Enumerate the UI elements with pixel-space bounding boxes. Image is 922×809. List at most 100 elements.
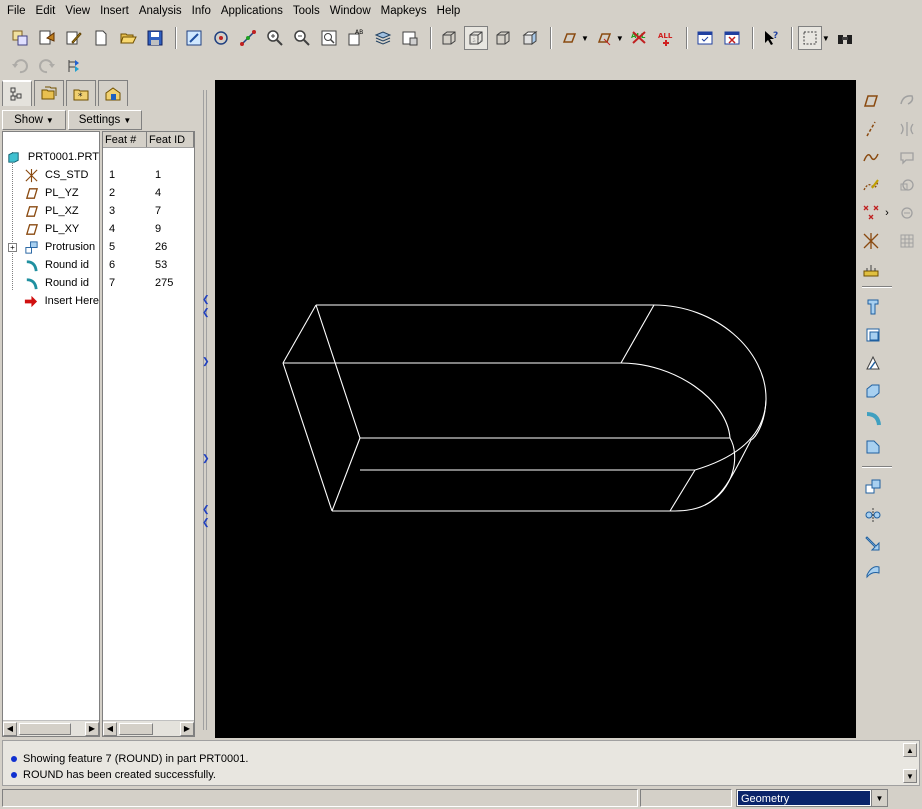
tree-item-part[interactable]: PRT0001.PRT [3,148,99,166]
collapse-left-icon[interactable]: ❮ [202,307,210,318]
column-header-feat-id[interactable]: Feat ID [147,132,194,147]
pattern-disabled-icon[interactable] [896,230,918,252]
tab-favorites[interactable]: * [66,80,96,106]
expand-toggle[interactable]: + [8,242,17,252]
wireframe-icon[interactable] [437,26,461,50]
show-dropdown-button[interactable]: Show ▼ [2,110,66,130]
open-model-icon[interactable] [35,26,59,50]
datum-axis-tool-icon[interactable] [860,118,882,140]
collapse-left-icon[interactable]: ❮ [202,517,210,528]
datum-curve-tool-icon[interactable] [860,146,882,168]
spin-center-icon[interactable] [209,26,233,50]
selection-box-icon[interactable] [797,26,822,50]
datum-point-tool-icon[interactable] [860,202,882,224]
menu-mapkeys[interactable]: Mapkeys [376,0,432,22]
menu-insert[interactable]: Insert [95,0,134,22]
settings-dropdown-button[interactable]: Settings ▼ [68,110,142,130]
mirror-feature-icon[interactable] [862,504,884,526]
scroll-up-icon[interactable]: ▲ [903,743,917,757]
view-manager-icon[interactable]: AB [344,26,368,50]
extrude-tool-icon[interactable] [862,296,884,318]
scroll-down-icon[interactable]: ▼ [903,769,917,783]
find-binoculars-icon[interactable] [833,26,857,50]
save-icon[interactable] [143,26,167,50]
new-window-icon[interactable] [8,26,32,50]
sketch-tool-icon[interactable] [860,174,882,196]
regenerate-icon[interactable]: ALL [627,26,651,50]
menu-view[interactable]: View [60,0,95,22]
chevron-down-icon[interactable]: ▼ [871,790,887,806]
window-close-icon[interactable] [720,26,744,50]
analysis-feature-icon[interactable] [860,258,882,280]
model-setup-icon[interactable] [398,26,422,50]
orient-mode-icon[interactable] [236,26,260,50]
new-file-icon[interactable] [89,26,113,50]
flyout-arrow-icon[interactable]: › [882,202,892,224]
tree-item-round-7[interactable]: Round id [3,274,99,292]
tree-item-pl-xy[interactable]: PL_XY [3,220,99,238]
datum-axis-display-icon[interactable] [592,26,616,50]
context-help-icon[interactable]: ? [759,26,783,50]
menu-help[interactable]: Help [432,0,466,22]
mirror-tool-icon[interactable] [896,118,918,140]
tree-item-insert-here[interactable]: Insert Here [3,292,99,310]
tab-connections[interactable] [98,80,128,106]
menu-tools[interactable]: Tools [288,0,325,22]
repaint-icon[interactable] [182,26,206,50]
collapse-left-icon[interactable]: ❮ [202,294,210,305]
expand-right-icon[interactable]: ❯ [202,356,210,367]
coordinate-system-tool-icon[interactable] [860,230,882,252]
redo-icon[interactable] [35,54,59,78]
tree-horizontal-scrollbar[interactable]: ◀ ▶ [3,720,99,736]
merge-disabled-icon[interactable] [896,202,918,224]
chamfer-tool-icon[interactable] [862,436,884,458]
columns-horizontal-scrollbar[interactable]: ◀ ▶ [103,720,194,736]
collapse-left-icon[interactable]: ❮ [202,504,210,515]
scroll-right-icon[interactable]: ▶ [85,721,99,736]
menu-window[interactable]: Window [325,0,376,22]
datum-plane-tool-icon[interactable] [860,90,882,112]
menu-analysis[interactable]: Analysis [134,0,187,22]
hole-tool-icon[interactable] [862,380,884,402]
regenerate-all-icon[interactable]: ALL [654,26,678,50]
no-hidden-icon[interactable] [491,26,515,50]
draft-tool-icon[interactable] [862,352,884,374]
refit-icon[interactable] [317,26,341,50]
selection-filter-select[interactable]: Geometry ▼ [736,789,888,807]
graphics-window[interactable] [215,80,856,738]
tree-item-protrusion[interactable]: + Protrusion [3,238,99,256]
tree-item-round-6[interactable]: Round id [3,256,99,274]
tree-item-pl-yz[interactable]: PL_YZ [3,184,99,202]
tree-item-pl-xz[interactable]: PL_XZ [3,202,99,220]
open-folder-icon[interactable] [116,26,140,50]
zoom-out-icon[interactable] [290,26,314,50]
annotation-tool-icon[interactable] [896,146,918,168]
chevron-down-icon[interactable]: ▼ [616,34,624,43]
regenerate-manager-icon[interactable] [62,54,86,78]
menu-file[interactable]: File [2,0,31,22]
menu-edit[interactable]: Edit [31,0,61,22]
hidden-line-icon[interactable] [464,26,488,50]
expand-right-icon[interactable]: ❯ [202,453,210,464]
scroll-left-icon[interactable]: ◀ [103,721,117,736]
window-activate-icon[interactable] [693,26,717,50]
revolve-tool-icon[interactable] [862,324,884,346]
zoom-in-icon[interactable] [263,26,287,50]
layers-icon[interactable] [371,26,395,50]
tweak-feature-icon[interactable] [896,90,918,112]
menu-info[interactable]: Info [187,0,216,22]
column-header-feat-num[interactable]: Feat # [103,132,147,147]
scroll-thumb[interactable] [19,722,71,735]
datum-plane-display-icon[interactable] [557,26,581,50]
sweep-tool-icon[interactable] [862,532,884,554]
scroll-right-icon[interactable]: ▶ [180,721,194,736]
boundary-blend-icon[interactable] [862,560,884,582]
copy-feature-icon[interactable] [862,476,884,498]
undo-icon[interactable] [8,54,32,78]
tab-model-tree[interactable] [2,80,32,106]
round-tool-icon[interactable] [862,408,884,430]
chevron-down-icon[interactable]: ▼ [822,34,830,43]
tab-folder-browser[interactable] [34,80,64,106]
shading-icon[interactable] [518,26,542,50]
tree-item-cs-std[interactable]: CS_STD [3,166,99,184]
